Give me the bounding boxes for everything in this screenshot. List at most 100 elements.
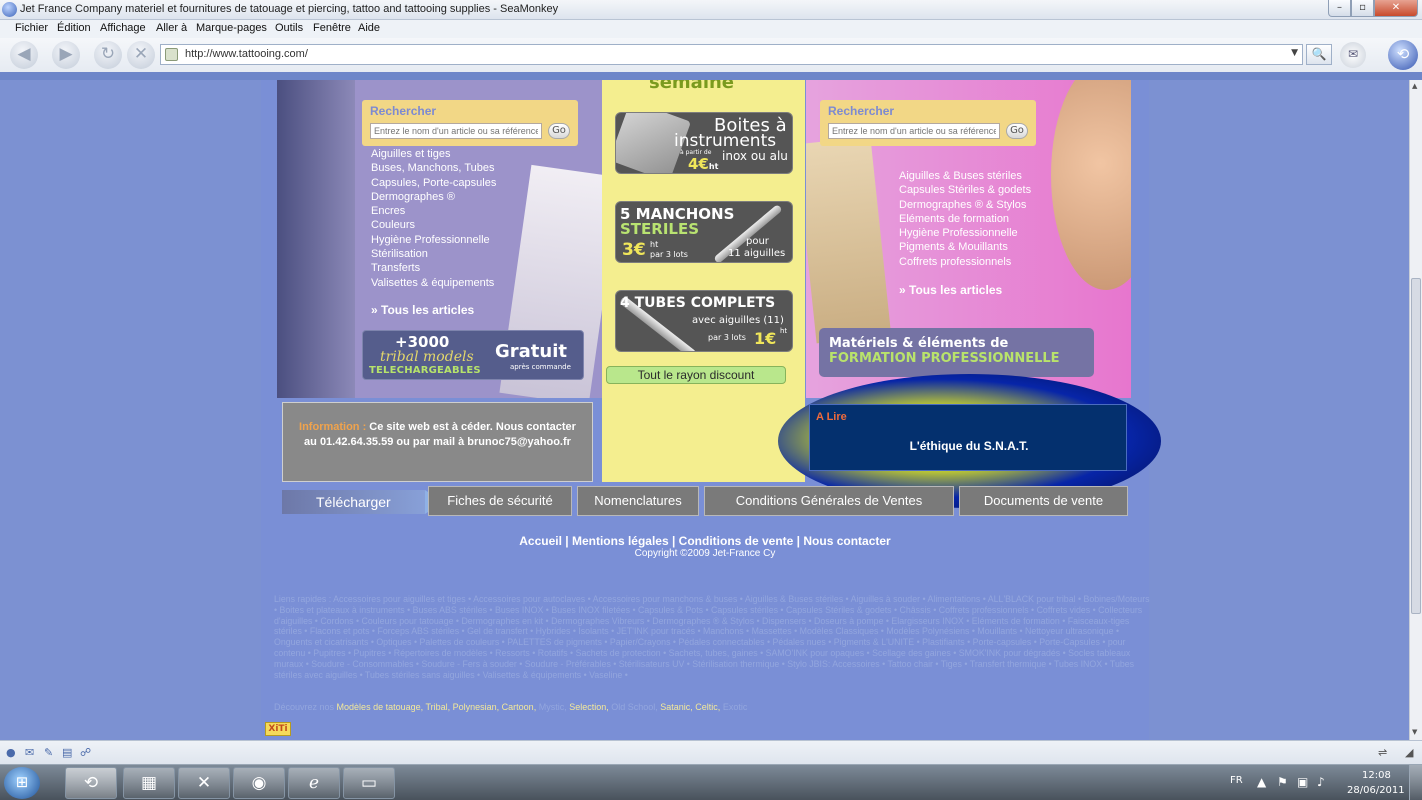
vertical-scrollbar[interactable]: ▲ ▼ — [1409, 80, 1422, 740]
search-input-left[interactable] — [370, 123, 542, 139]
documents-vente-button[interactable]: Documents de vente — [959, 486, 1128, 516]
gimp-taskbar-button[interactable]: ◉ — [233, 767, 285, 799]
model-link[interactable]: Exotic — [720, 702, 748, 712]
chat-icon[interactable]: ☍ — [80, 746, 91, 759]
category-link[interactable]: Stérilisation — [371, 247, 496, 261]
resize-grip-icon[interactable]: ◢ — [1405, 746, 1413, 759]
model-link[interactable]: Tribal, — [423, 702, 450, 712]
search-label: Rechercher — [370, 104, 437, 118]
promo-complete-tubes[interactable]: 4 TUBES COMPLETS avec aiguilles (11) par… — [615, 290, 793, 352]
stop-icon[interactable]: ✕ — [127, 41, 155, 69]
mail-icon[interactable]: ✉ — [25, 746, 34, 759]
nomenclatures-button[interactable]: Nomenclatures — [577, 486, 699, 516]
model-link[interactable]: Celtic, — [693, 702, 720, 712]
category-link[interactable]: Hygiène Professionnelle — [899, 226, 1031, 240]
discount-section-button[interactable]: Tout le rayon discount — [606, 366, 786, 384]
model-link[interactable]: Cartoon, — [499, 702, 537, 712]
category-link[interactable]: Coffrets professionnels — [899, 255, 1031, 269]
language-indicator[interactable]: FR — [1230, 775, 1243, 786]
url-dropdown-icon[interactable]: ▼ — [1291, 48, 1298, 58]
formation-banner[interactable]: Matériels & éléments de FORMATION PROFES… — [819, 328, 1094, 377]
model-links[interactable]: Modèles de tatouage, Tribal, Polynesian,… — [337, 702, 748, 712]
all-articles-link-right[interactable]: » Tous les articles — [899, 283, 1002, 297]
footer-links[interactable]: Accueil | Mentions légales | Conditions … — [261, 534, 1149, 548]
menu-outils[interactable]: Outils — [275, 22, 303, 34]
search-box-right: Rechercher Go — [820, 100, 1036, 146]
go-button-left[interactable]: Go — [548, 123, 570, 139]
ethique-snat-link[interactable]: L'éthique du S.N.A.T. — [810, 439, 1128, 453]
mail-icon[interactable]: ✉ — [1340, 42, 1366, 68]
model-link[interactable]: Mystic, — [536, 702, 567, 712]
model-link[interactable]: Selection, — [567, 702, 609, 712]
go-button-right[interactable]: Go — [1006, 123, 1028, 139]
url-bar[interactable]: http://www.tattooing.com/ ▼ — [160, 44, 1303, 65]
scroll-down-icon[interactable]: ▼ — [1412, 728, 1417, 736]
menu-aller-a[interactable]: Aller à — [156, 22, 187, 34]
category-link[interactable]: Hygiène Professionnelle — [371, 233, 496, 247]
url-text[interactable]: http://www.tattooing.com/ — [185, 48, 308, 60]
promo-sterile-sleeves[interactable]: 5 MANCHONS STERILES 3€ ht par 3 lots pou… — [615, 201, 793, 263]
tribal-models-banner[interactable]: +3000 tribal models TELECHARGEABLES Grat… — [362, 330, 584, 380]
category-link[interactable]: Aiguilles et tiges — [371, 147, 496, 161]
ie-taskbar-button[interactable]: ℯ — [288, 767, 340, 799]
seamonkey-taskbar-button[interactable]: ⟲ — [65, 767, 117, 799]
category-link[interactable]: Capsules, Porte-capsules — [371, 176, 496, 190]
promo-instrument-boxes[interactable]: Boites à instruments à partir de 4€ht in… — [615, 112, 793, 174]
category-link[interactable]: Buses, Manchons, Tubes — [371, 161, 496, 175]
show-desktop-button[interactable] — [1409, 765, 1422, 800]
category-link[interactable]: Eléments de formation — [899, 212, 1031, 226]
scrollbar-thumb[interactable] — [1411, 278, 1421, 614]
promo1-line-b: instruments — [674, 131, 777, 151]
composer-icon[interactable]: ✎ — [44, 746, 53, 759]
category-link[interactable]: Aiguilles & Buses stériles — [899, 169, 1031, 183]
notepad-taskbar-button[interactable]: ▭ — [343, 767, 395, 799]
menu-affichage[interactable]: Affichage — [100, 22, 146, 34]
minimize-button[interactable]: – — [1328, 0, 1351, 17]
category-link[interactable]: Couleurs — [371, 218, 496, 232]
tools-taskbar-button[interactable]: ✕ — [178, 767, 230, 799]
back-arrow-icon[interactable]: ◀ — [10, 41, 38, 69]
model-link[interactable]: Modèles de tatouage, — [337, 702, 424, 712]
model-link[interactable]: Polynesian, — [450, 702, 500, 712]
category-link[interactable]: Dermographes ® & Stylos — [899, 198, 1031, 212]
menu-fichier[interactable]: Fichier — [15, 22, 48, 34]
close-button[interactable]: ✕ — [1374, 0, 1418, 17]
forward-arrow-icon[interactable]: ▶ — [52, 41, 80, 69]
reload-icon[interactable]: ↻ — [94, 41, 122, 69]
all-articles-link-left[interactable]: » Tous les articles — [371, 303, 474, 317]
category-link[interactable]: Dermographes ® — [371, 190, 496, 204]
maximize-button[interactable]: ▫ — [1351, 0, 1374, 17]
category-link[interactable]: Valisettes & équipements — [371, 276, 496, 290]
flag-icon[interactable]: ⚑ — [1277, 775, 1288, 789]
conditions-generales-button[interactable]: Conditions Générales de Ventes — [704, 486, 954, 516]
volume-icon[interactable]: ♪ — [1317, 775, 1325, 789]
menu-aide[interactable]: Aide — [358, 22, 380, 34]
explorer-taskbar-button[interactable]: ▦ — [123, 767, 175, 799]
clock-time[interactable]: 12:08 — [1362, 770, 1391, 781]
search-input-right[interactable] — [828, 123, 1000, 139]
category-link[interactable]: Transferts — [371, 261, 496, 275]
model-link[interactable]: Satanic, — [658, 702, 693, 712]
clock-date[interactable]: 28/06/2011 — [1347, 785, 1405, 796]
menu-edition[interactable]: Édition — [57, 22, 91, 34]
globe-icon[interactable]: ● — [6, 746, 16, 759]
windows-taskbar: ⊞ ⟲ ▦ ✕ ◉ ℯ ▭ FR ▲ ⚑ ▣ ♪ 12:08 28/06/201… — [0, 764, 1422, 800]
menu-fenetre[interactable]: Fenêtre — [313, 22, 351, 34]
category-link[interactable]: Capsules Stériles & godets — [899, 183, 1031, 197]
search-icon[interactable]: 🔍 — [1306, 44, 1332, 65]
model-link[interactable]: Old School, — [609, 702, 658, 712]
tray-arrow-icon[interactable]: ▲ — [1257, 775, 1266, 789]
category-link[interactable]: Pigments & Mouillants — [899, 240, 1031, 254]
network-icon[interactable]: ▣ — [1297, 775, 1308, 789]
fiches-securite-button[interactable]: Fiches de sécurité — [428, 486, 572, 516]
scroll-up-icon[interactable]: ▲ — [1412, 82, 1417, 90]
category-link[interactable]: Encres — [371, 204, 496, 218]
start-button[interactable]: ⊞ — [4, 767, 40, 799]
tribal-free: Gratuit — [495, 341, 567, 362]
menu-marque-pages[interactable]: Marque-pages — [196, 22, 267, 34]
addressbook-icon[interactable]: ▤ — [62, 746, 72, 759]
info-box: Information : Ce site web est à céder. N… — [282, 402, 593, 482]
browser-content[interactable]: Rechercher Go Aiguilles et tiges Buses, … — [0, 80, 1409, 740]
xiti-logo[interactable]: XiTi — [265, 722, 291, 736]
quick-links[interactable]: Liens rapides : Accessoires pour aiguill… — [274, 594, 1150, 680]
